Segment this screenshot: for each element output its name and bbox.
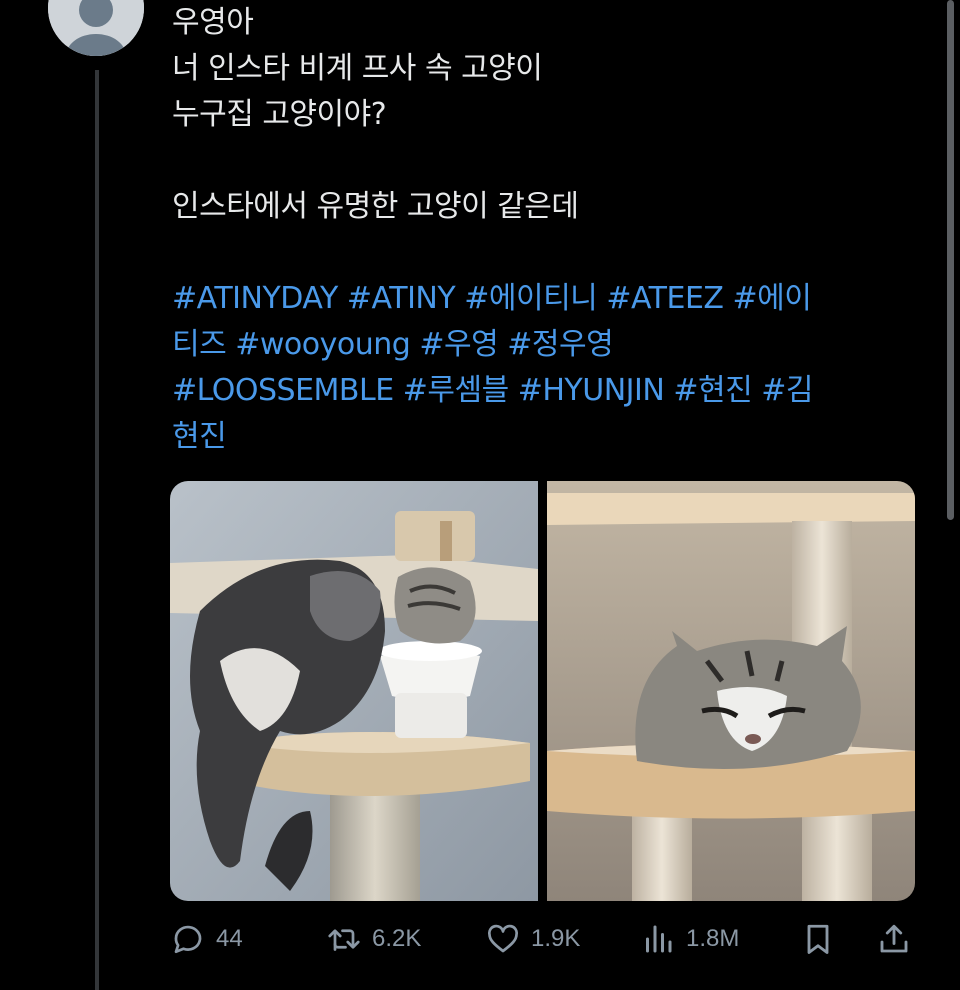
- hashtag-link[interactable]: #루셈블: [403, 373, 509, 408]
- scrollbar[interactable]: [947, 0, 954, 520]
- like-count: 1.9K: [531, 925, 581, 952]
- hashtag-link[interactable]: #LOOSSEMBLE: [172, 373, 394, 408]
- retweet-icon: [328, 929, 360, 951]
- heart-icon: [488, 924, 518, 953]
- reply-icon: [174, 925, 202, 954]
- hashtag-link[interactable]: #정우영: [507, 327, 613, 362]
- hashtag-list: #ATINYDAY #ATINY #에이티니 #ATEEZ #에이 티즈 #wo…: [172, 276, 912, 460]
- default-avatar-icon: [48, 0, 144, 56]
- thread-connector-line: [95, 70, 99, 990]
- hashtag-link[interactable]: #우영: [419, 327, 498, 362]
- tabby-cat-photo-icon: [547, 481, 915, 901]
- tweet-text-line: 너 인스타 비계 프사 속 고양이: [172, 51, 543, 86]
- bookmark-icon: [807, 924, 829, 954]
- hashtag-link[interactable]: #에이: [733, 281, 812, 316]
- hashtag-link[interactable]: #ATINYDAY: [172, 281, 338, 316]
- bookmark-button[interactable]: [800, 914, 846, 964]
- two-cats-photo-icon: [170, 481, 538, 901]
- hashtag-link[interactable]: #ATINY: [347, 281, 456, 316]
- cat-photo-tabby-lying[interactable]: [547, 481, 915, 901]
- hashtag-link[interactable]: #현진: [673, 373, 752, 408]
- hashtag-link[interactable]: #HYUNJIN: [518, 373, 665, 408]
- hashtag-link[interactable]: 현진: [172, 419, 227, 454]
- views-count: 1.8M: [686, 925, 740, 952]
- avatar[interactable]: [48, 0, 144, 56]
- cat-photo-two-cats[interactable]: [170, 481, 538, 901]
- retweet-button[interactable]: 6.2K: [326, 914, 421, 964]
- reply-count: 44: [216, 925, 243, 952]
- hashtag-link[interactable]: #wooyoung: [235, 327, 411, 362]
- views-button[interactable]: 1.8M: [640, 914, 739, 964]
- hashtag-link[interactable]: #ATEEZ: [606, 281, 724, 316]
- tweet-text-line: 우영아: [172, 5, 254, 40]
- views-icon: [646, 925, 672, 953]
- hashtag-link[interactable]: #에이티니: [464, 281, 598, 316]
- tweet-text-line: 누구집 고양이야?: [172, 97, 387, 132]
- tweet-body: 우영아 너 인스타 비계 프사 속 고양이 누구집 고양이야? 인스타에서 유명…: [172, 0, 912, 230]
- tweet-media-grid: [170, 481, 915, 901]
- retweet-count: 6.2K: [372, 925, 422, 952]
- reply-button[interactable]: 44: [170, 914, 243, 964]
- tweet-action-bar: 44 6.2K 1.9K 1.8M: [170, 914, 915, 964]
- share-button[interactable]: [876, 914, 922, 964]
- hashtag-link[interactable]: 티즈: [172, 327, 227, 362]
- hashtag-link[interactable]: #김: [761, 373, 813, 408]
- like-button[interactable]: 1.9K: [485, 914, 580, 964]
- tweet-text-line: 인스타에서 유명한 고양이 같은데: [172, 189, 579, 224]
- share-icon: [880, 924, 908, 953]
